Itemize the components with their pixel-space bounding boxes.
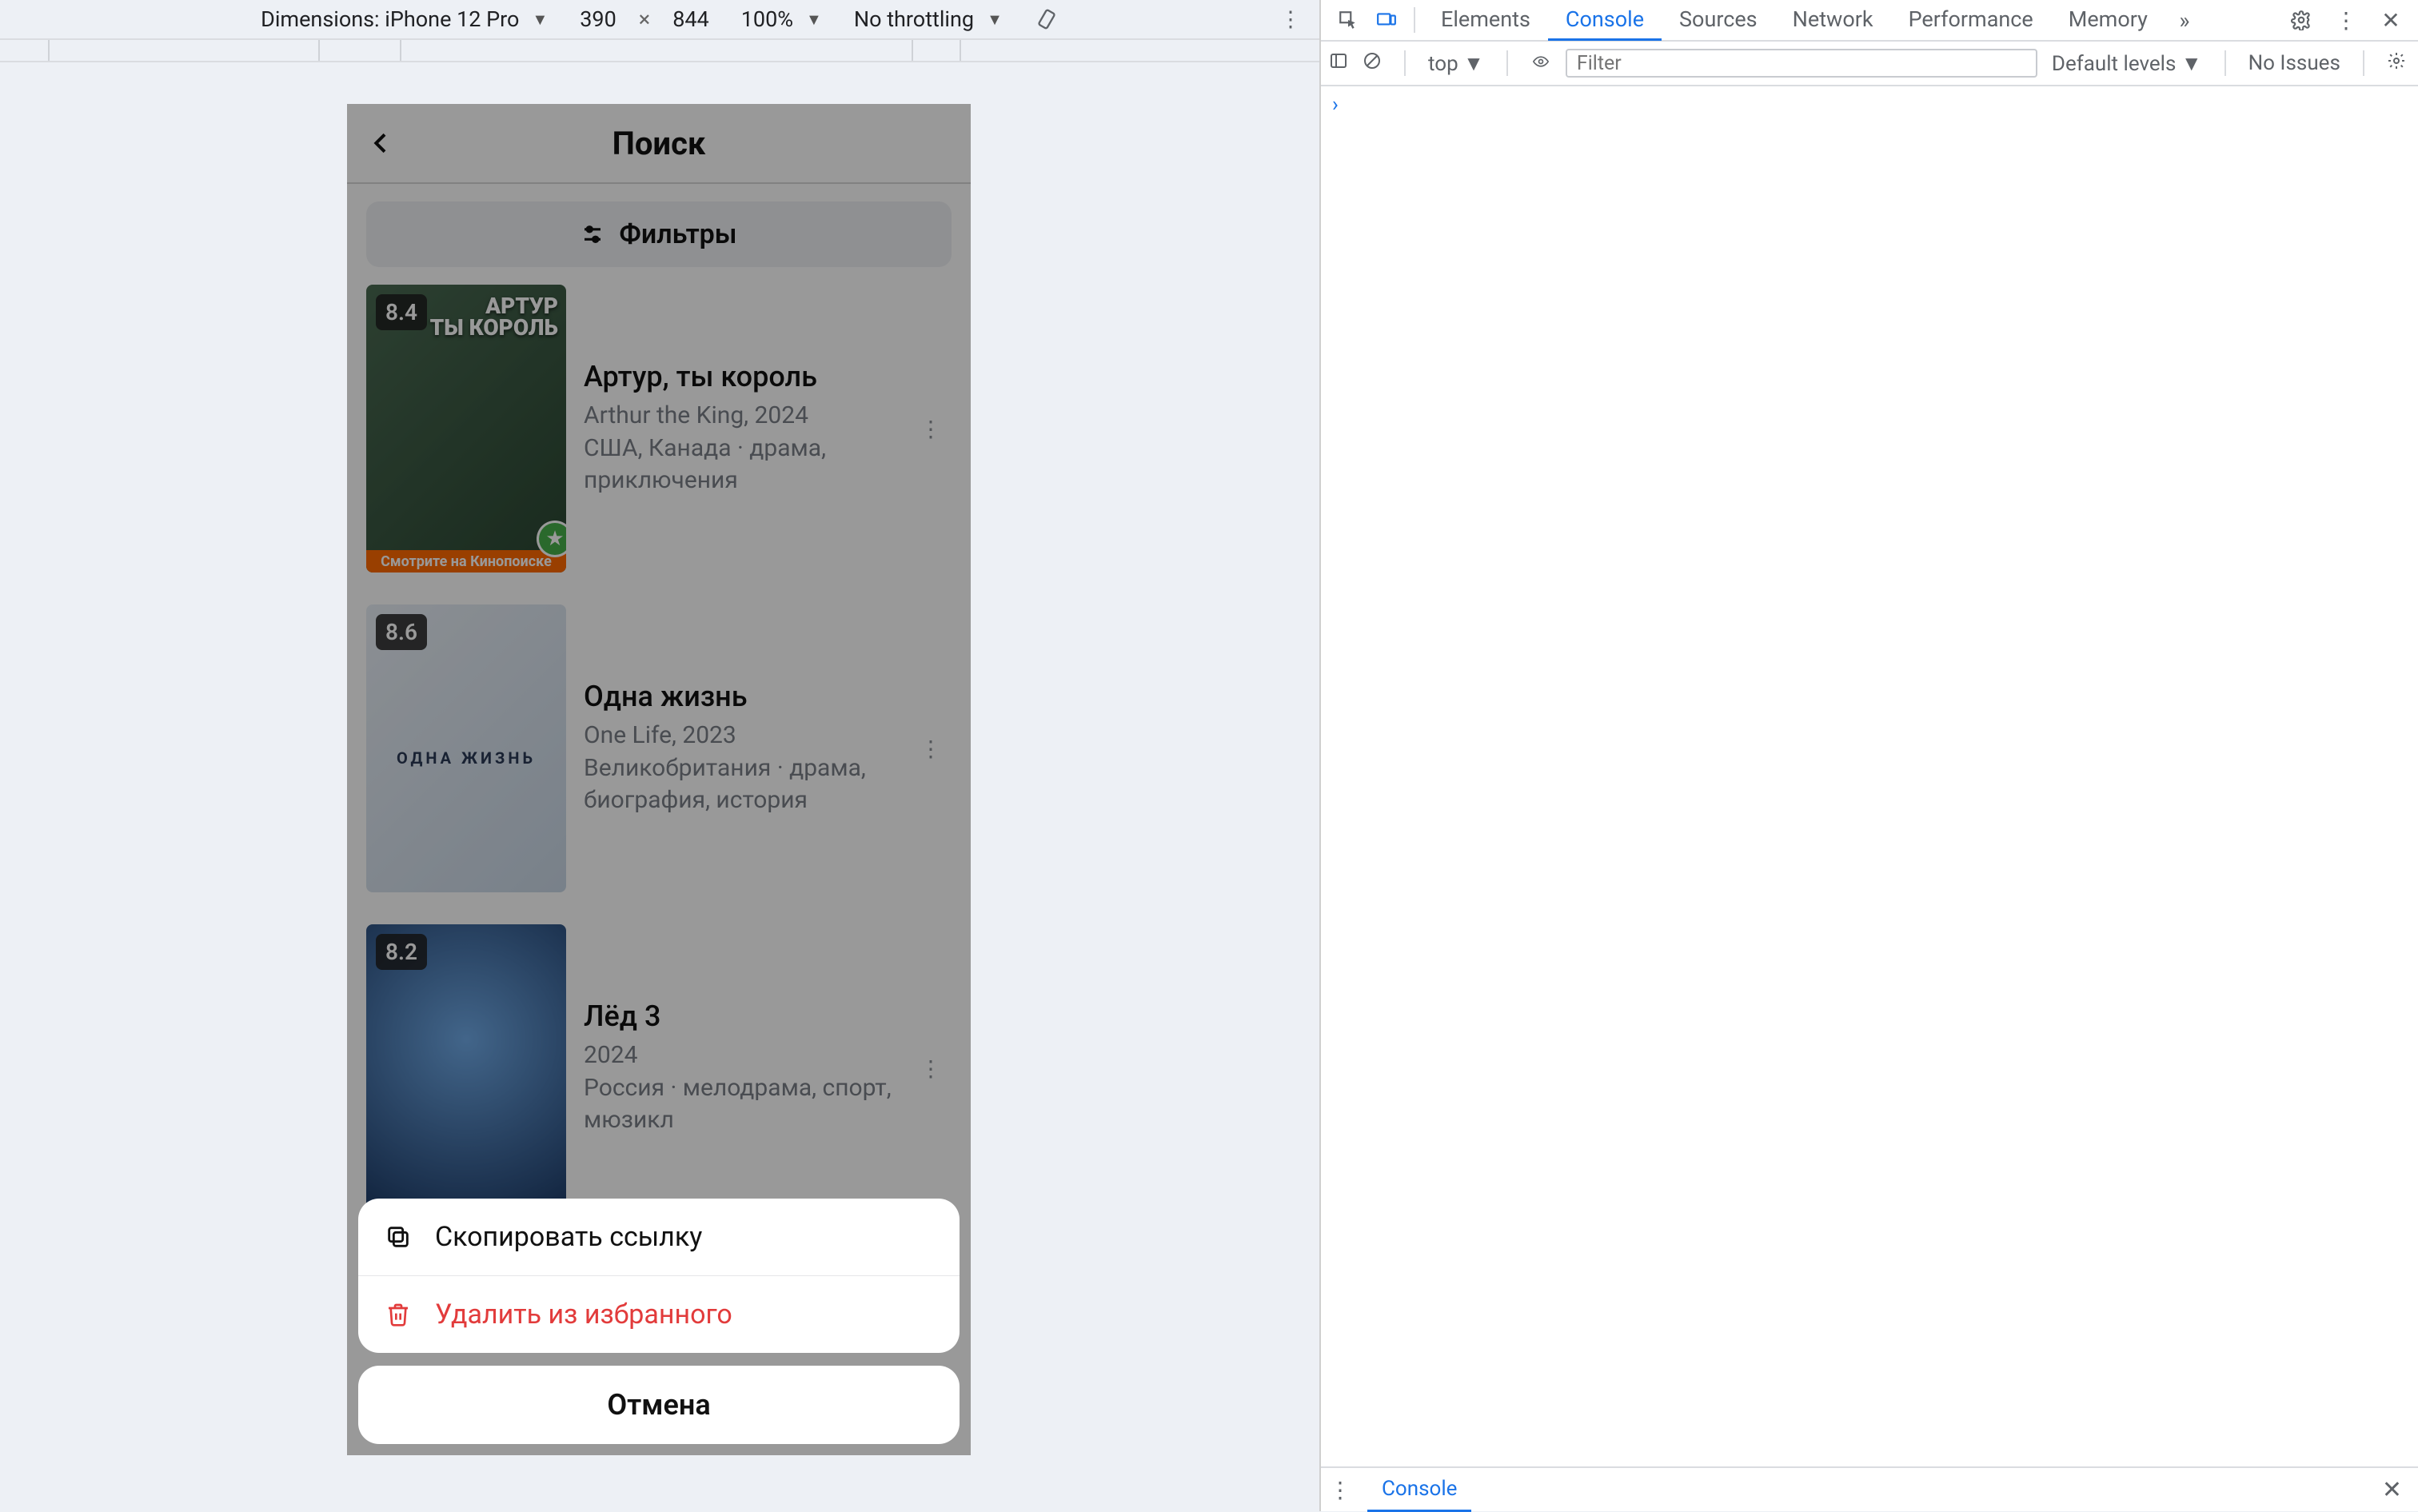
console-filter-input[interactable] (1566, 49, 2037, 78)
inspect-element-button[interactable] (1329, 1, 1367, 39)
chevron-down-icon: ▼ (2181, 52, 2202, 76)
tab-memory[interactable]: Memory (2051, 0, 2165, 41)
cancel-button[interactable]: Отмена (358, 1366, 960, 1444)
copy-icon (382, 1223, 414, 1251)
tab-performance[interactable]: Performance (1891, 0, 2051, 41)
close-drawer-button[interactable]: ✕ (2382, 1476, 2402, 1504)
chevron-down-icon: ▼ (806, 10, 822, 30)
console-toolbar: top ▼ Default levels ▼ No Issues (1321, 42, 2418, 86)
tab-network[interactable]: Network (1775, 0, 1891, 41)
console-context-dropdown[interactable]: top ▼ (1428, 51, 1484, 76)
divider (1404, 50, 1406, 76)
cancel-label: Отмена (607, 1388, 710, 1422)
device-size-inputs: 390 × 844 (580, 6, 708, 32)
devtools-panel: Elements Console Sources Network Perform… (1319, 0, 2418, 1511)
copy-link-button[interactable]: Скопировать ссылку (358, 1199, 960, 1275)
divider (2363, 50, 2364, 76)
more-tabs-button[interactable]: » (2165, 1, 2204, 39)
close-icon: ✕ (2381, 7, 2400, 34)
context-label: top (1428, 52, 1458, 76)
tab-console[interactable]: Console (1548, 0, 1662, 41)
dots-vertical-icon: ⋮ (1329, 1477, 1351, 1503)
toggle-device-toolbar-button[interactable] (1367, 1, 1406, 39)
chevrons-right-icon: » (2179, 7, 2189, 34)
chevron-down-icon: ▼ (532, 10, 548, 30)
device-dimensions-dropdown[interactable]: Dimensions: iPhone 12 Pro ▼ (261, 6, 548, 32)
chevron-down-icon: ▼ (1463, 52, 1484, 76)
throttling-label: No throttling (854, 6, 974, 32)
times-icon: × (639, 6, 650, 32)
copy-link-label: Скопировать ссылку (435, 1221, 702, 1253)
action-sheet-group: Скопировать ссылку Удалить из избранного (358, 1199, 960, 1353)
devtools-drawer: ⋮ Console ✕ (1321, 1466, 2418, 1511)
devtools-tab-bar: Elements Console Sources Network Perform… (1321, 0, 2418, 42)
dots-vertical-icon: ⋮ (1280, 6, 1302, 32)
rotate-device-button[interactable] (1035, 7, 1059, 31)
console-settings-button[interactable] (2387, 51, 2406, 76)
close-devtools-button[interactable]: ✕ (2372, 1, 2410, 39)
chevron-down-icon: ▼ (987, 10, 1003, 30)
drawer-tab-console[interactable]: Console (1367, 1467, 1471, 1512)
log-levels-dropdown[interactable]: Default levels ▼ (2052, 51, 2202, 76)
divider (1506, 50, 1508, 76)
throttling-dropdown[interactable]: No throttling ▼ (854, 6, 1003, 32)
drawer-more-button[interactable]: ⋮ (1329, 1477, 1351, 1503)
trash-icon (382, 1301, 414, 1328)
devtools-more-button[interactable]: ⋮ (2327, 1, 2365, 39)
device-toolbar-more-button[interactable]: ⋮ (1278, 6, 1303, 32)
device-toolbar: Dimensions: iPhone 12 Pro ▼ 390 × 844 10… (0, 0, 1319, 38)
settings-button[interactable] (2282, 1, 2320, 39)
action-sheet: Скопировать ссылку Удалить из избранного… (358, 1199, 960, 1444)
divider (1414, 7, 1415, 33)
divider (2224, 50, 2226, 76)
console-prompt-icon: › (1332, 93, 1339, 117)
tab-sources[interactable]: Sources (1662, 0, 1775, 41)
tab-elements[interactable]: Elements (1423, 0, 1548, 41)
dots-vertical-icon: ⋮ (2335, 7, 2357, 34)
zoom-level: 100% (741, 6, 793, 32)
viewport-height[interactable]: 844 (672, 6, 709, 32)
clear-console-button[interactable] (1363, 51, 1382, 76)
remove-from-favorites-button[interactable]: Удалить из избранного (358, 1275, 960, 1353)
dimensions-label: Dimensions: iPhone 12 Pro (261, 6, 519, 32)
console-output-area[interactable]: › (1321, 86, 2418, 1466)
zoom-dropdown[interactable]: 100% ▼ (741, 6, 822, 32)
emulated-device-screen: Поиск Фильтры 8.4 АРТУР ТЫ КОРОЛЬ Смотри… (347, 104, 971, 1455)
issues-label[interactable]: No Issues (2248, 51, 2340, 75)
toggle-sidebar-button[interactable] (1329, 51, 1348, 76)
live-expression-button[interactable] (1530, 51, 1551, 75)
device-rulers (0, 38, 1319, 62)
remove-label: Удалить из избранного (435, 1299, 732, 1330)
viewport-width[interactable]: 390 (580, 6, 616, 32)
levels-label: Default levels (2052, 52, 2177, 76)
